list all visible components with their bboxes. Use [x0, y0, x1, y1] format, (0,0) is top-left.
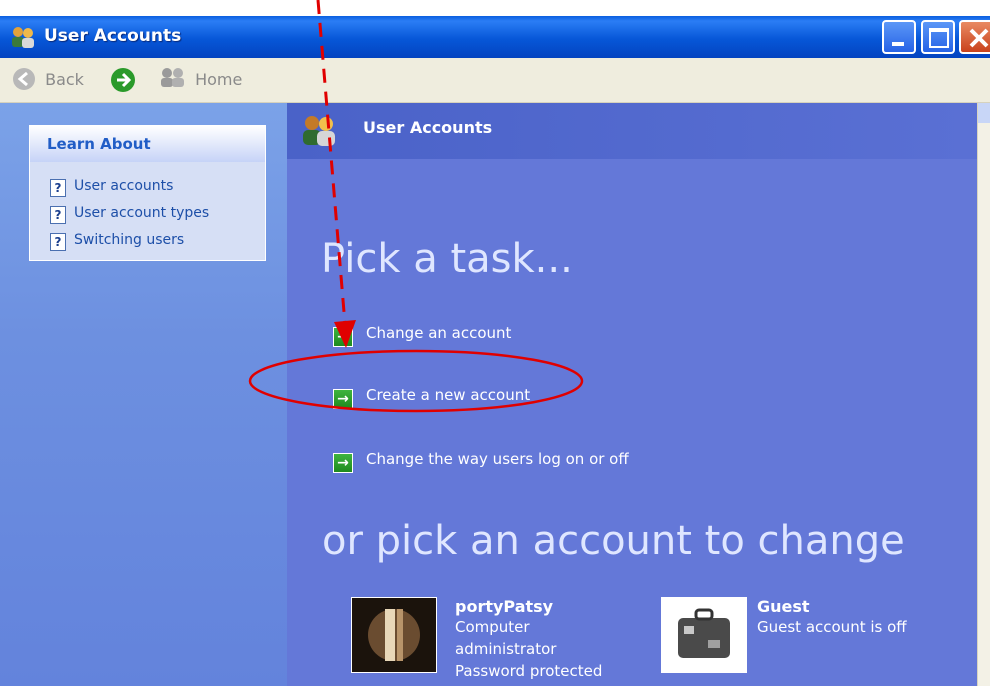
account-picture: [351, 597, 437, 673]
main-header: User Accounts: [287, 103, 977, 159]
close-button[interactable]: [959, 20, 990, 54]
help-icon: ?: [50, 206, 66, 224]
green-arrow-icon: →: [333, 453, 353, 473]
task-label: Change an account: [366, 324, 512, 342]
user-accounts-window: User Accounts Back Home Learn About ? Us…: [0, 16, 990, 686]
main-content-pane: User Accounts Pick a task... → Change an …: [287, 103, 977, 686]
home-label: Home: [195, 70, 243, 89]
learn-link-label: User account types: [74, 205, 210, 221]
account-type: administrator: [455, 640, 557, 658]
forward-icon: [111, 68, 135, 92]
learn-link-label: Switching users: [74, 232, 185, 248]
task-create-account[interactable]: → Create a new account: [333, 384, 531, 409]
task-label: Create a new account: [366, 386, 531, 404]
left-task-pane: Learn About ? User accounts ? User account…: [0, 103, 287, 686]
help-icon: ?: [50, 179, 66, 197]
task-change-logon[interactable]: → Change the way users log on or off: [333, 448, 629, 473]
account-status: Guest account is off: [757, 618, 907, 636]
account-type: Computer: [455, 618, 530, 636]
vertical-scrollbar[interactable]: [977, 103, 990, 686]
account-name: portyPatsy: [455, 597, 554, 616]
home-button[interactable]: Home: [158, 67, 242, 93]
learn-link-switching-users[interactable]: ? Switching users: [50, 230, 184, 252]
pick-task-heading: Pick a task...: [321, 236, 573, 282]
navigation-toolbar: Back Home: [0, 58, 990, 103]
forward-button[interactable]: [110, 67, 136, 93]
back-label: Back: [45, 70, 84, 89]
pick-account-heading: or pick an account to change: [322, 518, 905, 564]
learn-link-user-accounts[interactable]: ? User accounts: [50, 176, 173, 198]
maximize-button[interactable]: [921, 20, 955, 54]
task-label: Change the way users log on or off: [366, 450, 629, 468]
back-button[interactable]: Back: [12, 67, 84, 93]
user-accounts-icon: [303, 116, 335, 146]
scroll-up-button[interactable]: [978, 103, 990, 123]
user-accounts-icon: [12, 27, 34, 48]
learn-about-panel: Learn About ? User accounts ? User account…: [29, 125, 266, 261]
learn-about-header: Learn About: [30, 126, 265, 162]
back-icon: [13, 68, 35, 90]
window-title: User Accounts: [44, 26, 182, 46]
learn-link-label: User accounts: [74, 178, 174, 194]
suitcase-icon: [661, 597, 747, 673]
learn-about-title: Learn About: [47, 135, 151, 153]
account-name: Guest: [757, 597, 810, 616]
green-arrow-icon: →: [333, 327, 353, 347]
close-icon: [969, 28, 989, 48]
account-status: Password protected: [455, 662, 603, 680]
minimize-button[interactable]: [882, 20, 916, 54]
task-change-account[interactable]: → Change an account: [333, 322, 512, 347]
green-arrow-icon: →: [333, 389, 353, 409]
home-icon: [161, 68, 184, 87]
title-bar: User Accounts: [0, 16, 990, 58]
learn-link-account-types[interactable]: ? User account types: [50, 203, 209, 225]
main-header-title: User Accounts: [363, 118, 493, 137]
help-icon: ?: [50, 233, 66, 251]
